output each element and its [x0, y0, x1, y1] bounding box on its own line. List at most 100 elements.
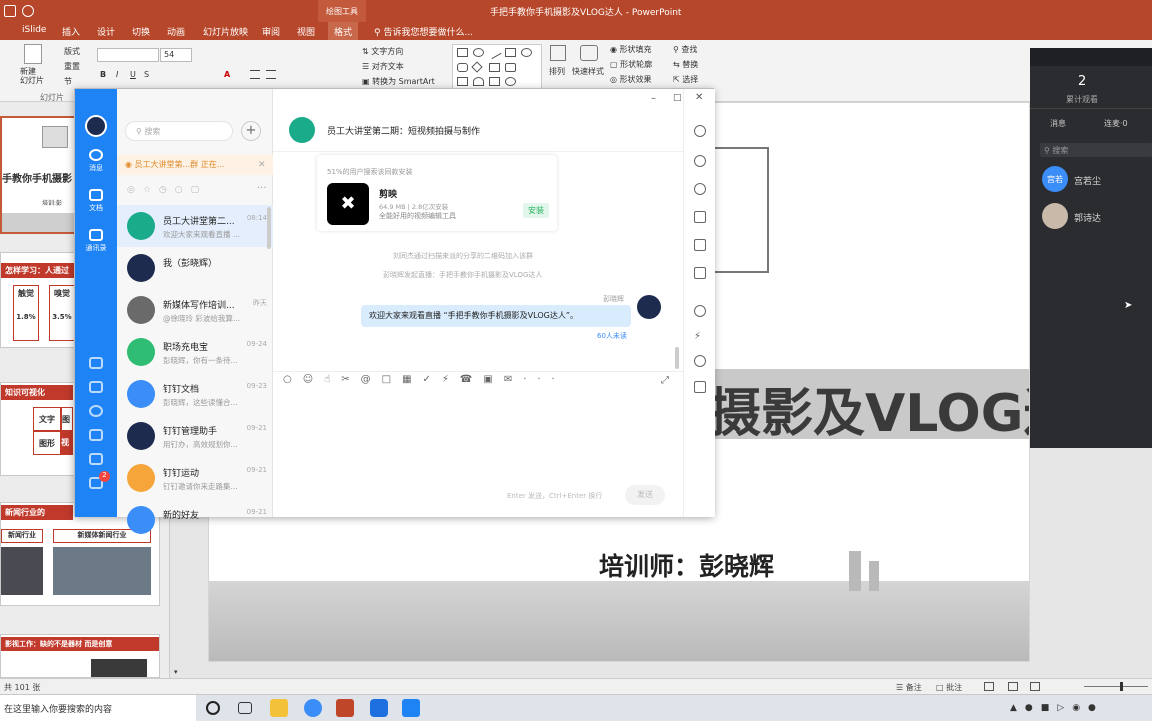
zoom-slider[interactable]: [1084, 686, 1148, 687]
shadow-button[interactable]: S: [144, 70, 149, 79]
folder-icon[interactable]: [694, 211, 706, 223]
rectangle-shape-icon[interactable]: [457, 48, 468, 57]
arrange-icon[interactable]: [550, 45, 566, 61]
brace-shape-icon[interactable]: [489, 77, 500, 86]
cortana-icon[interactable]: [206, 701, 220, 715]
more-options-icon[interactable]: [694, 125, 706, 137]
user-avatar[interactable]: [85, 115, 107, 137]
group-avatar[interactable]: [289, 117, 315, 143]
tab-animations[interactable]: 动画: [167, 25, 185, 38]
slide-thumbnail-5[interactable]: 影视工作：缺的不是器材 而是创意: [0, 634, 160, 678]
chat-scrollbar[interactable]: [675, 347, 679, 369]
browser-icon[interactable]: [304, 699, 322, 717]
app-card[interactable]: 51%的用户搜索该同款安装 ✖ 剪映 64.9 MB | 2.8亿次安装 全能好…: [317, 155, 557, 231]
save-icon[interactable]: [4, 5, 16, 17]
tab-review[interactable]: 审阅: [262, 25, 280, 38]
tab-insert[interactable]: 插入: [62, 25, 80, 38]
tab-messages[interactable]: 消息: [1050, 118, 1066, 129]
font-color-button[interactable]: A: [224, 70, 230, 79]
tab-slideshow[interactable]: 幻灯片放映: [203, 25, 248, 38]
nav-phone-icon[interactable]: [75, 429, 117, 443]
tab-mic[interactable]: 连麦·0: [1104, 118, 1128, 129]
nav-contacts[interactable]: 通讯录: [75, 229, 117, 253]
sender-avatar[interactable]: [637, 295, 661, 319]
nav-todo-icon[interactable]: [75, 381, 117, 395]
tab-transitions[interactable]: 切换: [132, 25, 150, 38]
tab-format[interactable]: 格式: [328, 22, 359, 40]
find-button[interactable]: ⚲ 查找: [673, 44, 697, 55]
tab-design[interactable]: 设计: [97, 25, 115, 38]
textbox-shape-icon[interactable]: [505, 48, 516, 57]
new-slide-icon[interactable]: [24, 44, 42, 64]
line-shape-icon[interactable]: [487, 45, 502, 60]
viewer-avatar[interactable]: [1042, 203, 1068, 229]
font-size-select[interactable]: 54: [160, 48, 192, 62]
oval-shape-icon[interactable]: [473, 48, 484, 57]
section-button[interactable]: 节: [64, 76, 72, 87]
more-apps-icon[interactable]: [694, 355, 706, 367]
conversation-item[interactable]: 新的好友 09-21: [117, 499, 273, 541]
live-search-input[interactable]: ⚲ 搜索: [1040, 143, 1152, 157]
undo-icon[interactable]: [22, 5, 34, 17]
search-input[interactable]: ⚲ 搜索: [125, 121, 233, 141]
underline-button[interactable]: U: [130, 70, 136, 79]
normal-view-icon[interactable]: [984, 682, 994, 691]
cube-icon[interactable]: [694, 381, 706, 393]
close-button[interactable]: ✕: [695, 92, 703, 103]
comments-button[interactable]: □ 批注: [936, 682, 962, 693]
minimize-button[interactable]: –: [651, 93, 656, 104]
install-button[interactable]: 安装: [523, 203, 549, 218]
file-explorer-icon[interactable]: [270, 699, 288, 717]
conversation-item[interactable]: 钉钉运动 钉钉邀请你来走路集... 09-21: [117, 457, 273, 499]
shape-effects-button[interactable]: ◎ 形状效果: [610, 74, 652, 85]
smartart-button[interactable]: ▣ 转换为 SmartArt: [362, 76, 435, 87]
shape-gallery[interactable]: [452, 44, 542, 90]
taskbar-search-box[interactable]: 在这里输入你要搜索的内容: [0, 695, 196, 721]
slide-title-text[interactable]: 摄影及VLOG达: [709, 371, 1029, 446]
star-shape-icon[interactable]: [505, 77, 516, 86]
filter-icons-row[interactable]: ◎☆◷○▢: [127, 185, 207, 195]
shape-fill-button[interactable]: ◉ 形状填充: [610, 44, 652, 55]
quick-styles-button[interactable]: 快速样式: [572, 66, 604, 77]
nav-messages[interactable]: 消息: [75, 149, 117, 173]
maximize-button[interactable]: □: [673, 93, 682, 103]
more-icon[interactable]: ···: [257, 183, 267, 194]
powerpoint-icon[interactable]: [336, 699, 354, 717]
rounded-rect-shape-icon[interactable]: [457, 63, 468, 72]
send-button[interactable]: 发送: [625, 485, 665, 505]
expand-icon[interactable]: ⤢: [661, 375, 669, 386]
live-icon[interactable]: [694, 267, 706, 279]
conversation-item[interactable]: 我（彭晓辉）: [117, 247, 273, 289]
conversation-item[interactable]: 钉钉文档 彭晓辉，这些读懂合... 09-23: [117, 373, 273, 415]
callout-shape-icon[interactable]: [505, 63, 516, 72]
viewer-name[interactable]: 郭诗达: [1074, 211, 1101, 224]
layout-button[interactable]: 版式: [64, 46, 80, 57]
tell-me-box[interactable]: ⚲ 告诉我您想要做什么...: [374, 25, 473, 38]
history-icon[interactable]: [694, 183, 706, 195]
nav-calendar-icon[interactable]: [75, 357, 117, 371]
conversation-item[interactable]: 新媒体写作培训... @徐晓玲 彩波给我算... 昨天: [117, 289, 273, 331]
live-notice-bar[interactable]: ◉ 员工大讲堂第...群 正在...: [117, 155, 273, 175]
quick-styles-icon[interactable]: [580, 45, 598, 61]
conversation-item[interactable]: 职场充电宝 彭晓辉，你有一条待... 09-24: [117, 331, 273, 373]
viewer-name[interactable]: 宫若尘: [1074, 174, 1101, 187]
app-k-icon[interactable]: [370, 699, 388, 717]
arc-shape-icon[interactable]: [473, 77, 484, 86]
nav-docs[interactable]: 文档: [75, 189, 117, 213]
lightning-icon[interactable]: ⚡: [694, 331, 706, 343]
notes-button[interactable]: ☰ 备注: [896, 682, 922, 693]
tab-islide[interactable]: iSlide: [22, 25, 46, 35]
align-left-icon[interactable]: [250, 70, 260, 79]
chat-toolbar-icons[interactable]: ○☺☝✂@□▦✓⚡☎▣✉···: [283, 374, 566, 385]
thumbnails-scroll-down-icon[interactable]: ▾: [174, 668, 182, 676]
add-member-icon[interactable]: [694, 155, 706, 167]
text-direction-button[interactable]: ⇅ 文字方向: [362, 46, 403, 57]
unread-count[interactable]: 60人未读: [597, 331, 627, 341]
conversation-item[interactable]: 钉钉管理助手 用钉办，高效规划你... 09-21: [117, 415, 273, 457]
connector-shape-icon[interactable]: [489, 63, 500, 72]
reading-view-icon[interactable]: [1030, 682, 1040, 691]
tab-view[interactable]: 视图: [297, 25, 315, 38]
nav-mail-icon[interactable]: [75, 453, 117, 467]
add-button[interactable]: +: [241, 121, 261, 141]
bold-button[interactable]: B: [100, 70, 106, 79]
